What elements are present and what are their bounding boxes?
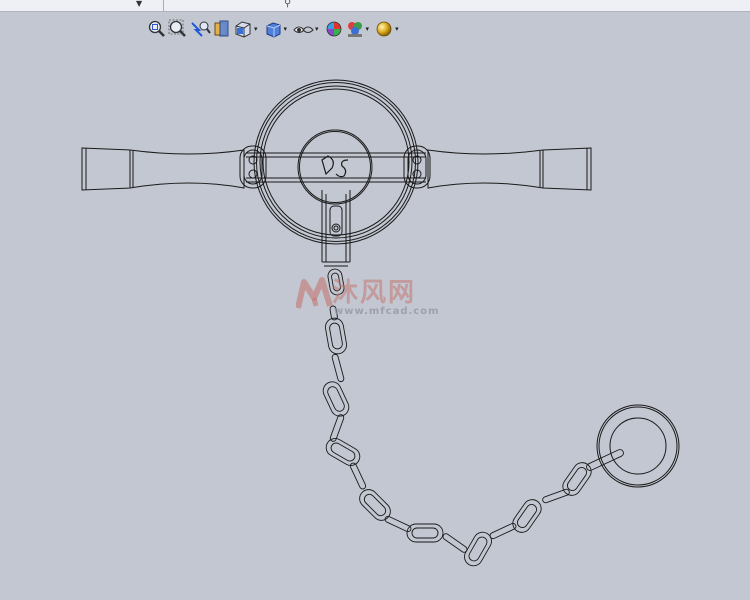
heads-up-view-toolbar: ▾ ▾ ▾ ▾ ▾ — [147, 16, 404, 42]
apply-scene-icon — [347, 22, 362, 37]
previous-view-button[interactable] — [189, 17, 211, 41]
stem — [321, 190, 351, 267]
panel-divider — [163, 0, 164, 11]
watermark-url: www.mfcad.com — [334, 306, 440, 317]
zoom-to-fit-button[interactable] — [147, 17, 167, 41]
chain-link — [331, 353, 345, 383]
outer-rim — [253, 79, 419, 245]
pin-icon[interactable]: ⚲ — [284, 0, 291, 9]
zoom-to-fit-icon — [148, 20, 165, 37]
chain-link — [542, 488, 570, 504]
ds-badge — [321, 155, 349, 178]
chain-link — [586, 449, 624, 471]
view-settings-dropdown[interactable]: ▾ — [395, 25, 399, 33]
chain-link — [562, 462, 592, 496]
top-panel-strip: ▼ ⚲ — [0, 0, 750, 12]
display-style-icon — [266, 22, 281, 38]
edit-appearance-icon — [326, 21, 341, 37]
watermark-text: 沐风网 — [332, 278, 417, 308]
chain-link — [442, 533, 468, 553]
display-style-dropdown[interactable]: ▾ — [284, 25, 288, 33]
chain-link — [406, 523, 444, 543]
left-grip — [81, 147, 245, 191]
view-orientation-icon — [235, 21, 251, 38]
view-settings-icon — [376, 21, 392, 37]
zoom-to-area-icon — [168, 19, 186, 37]
previous-view-icon — [191, 21, 211, 37]
hide-show-items-dropdown[interactable]: ▾ — [315, 25, 319, 33]
zoom-to-area-button[interactable] — [168, 17, 188, 41]
watermark: 沐风网 www.mfcad.com — [296, 276, 466, 326]
watermark-logo-icon — [296, 277, 333, 309]
section-view-button[interactable] — [212, 17, 232, 41]
edit-appearance-button[interactable] — [324, 17, 344, 41]
center-hub — [297, 129, 373, 205]
chain-link — [512, 499, 542, 533]
chain-link — [322, 381, 350, 417]
right-grip — [427, 147, 592, 191]
hide-show-items-icon — [293, 26, 314, 33]
panel-dropdown-arrow[interactable]: ▼ — [136, 0, 142, 8]
chain-link — [359, 489, 391, 521]
display-style-button[interactable]: ▾ — [263, 17, 292, 41]
view-orientation-button[interactable]: ▾ — [233, 17, 262, 41]
apply-scene-button[interactable]: ▾ — [345, 17, 374, 41]
view-orientation-dropdown[interactable]: ▾ — [254, 25, 258, 33]
section-view-icon — [214, 20, 229, 37]
view-settings-button[interactable]: ▾ — [374, 17, 403, 41]
end-ring — [596, 404, 680, 488]
chain-link — [325, 438, 361, 466]
apply-scene-dropdown[interactable]: ▾ — [366, 25, 370, 33]
cross-bar — [246, 152, 426, 183]
chain-link — [329, 414, 345, 442]
chain-link — [349, 462, 367, 490]
hide-show-items-button[interactable]: ▾ — [292, 17, 323, 41]
